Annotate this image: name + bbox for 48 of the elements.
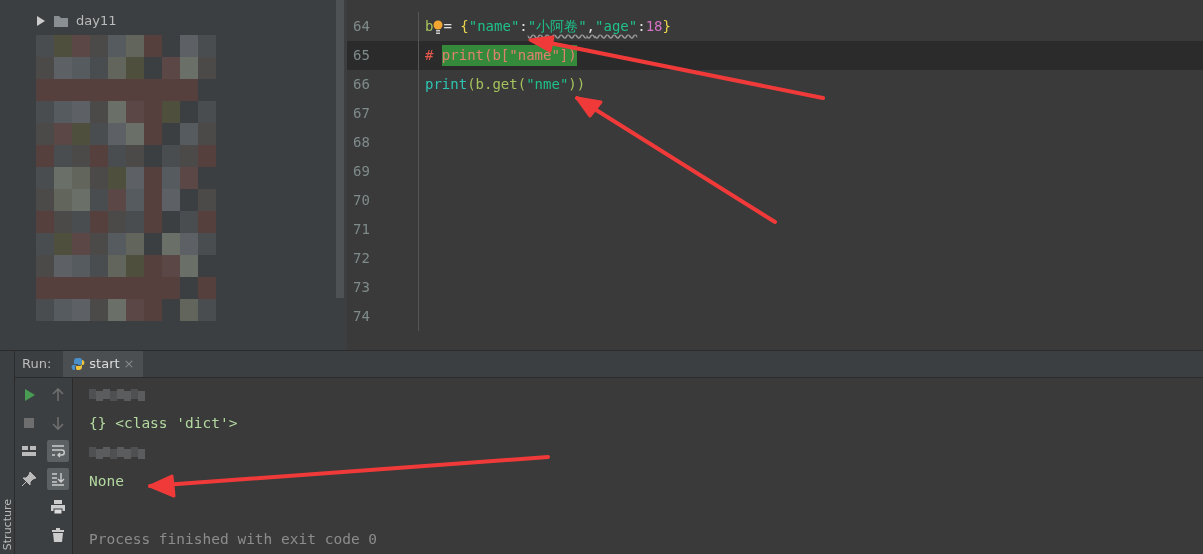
folder-icon (54, 15, 68, 27)
code-token: "name" (468, 17, 520, 36)
output-line: None (89, 471, 124, 491)
selected-code: print(b["name"]) (441, 45, 577, 66)
stop-icon[interactable] (21, 415, 37, 431)
code-token: "nme" (526, 75, 569, 94)
expand-arrow-icon[interactable] (36, 16, 46, 26)
output-line: {} <class 'dict'> (89, 413, 238, 433)
line-number: 74 (353, 307, 370, 326)
scroll-to-end-icon[interactable] (49, 471, 66, 487)
line-number: 69 (353, 162, 370, 181)
code-token: { (460, 17, 469, 36)
pin-icon[interactable] (21, 471, 37, 487)
line-number: 70 (353, 191, 370, 210)
lightbulb-icon[interactable] (433, 19, 444, 34)
code-token: b (425, 17, 434, 36)
code-token: # (425, 46, 435, 65)
tab-label: start (89, 355, 120, 374)
line-number: 67 (353, 104, 370, 123)
line-number: 72 (353, 249, 370, 268)
tree-item-label[interactable]: day11 (76, 11, 117, 31)
code-token: : (637, 17, 646, 36)
code-token: : (519, 17, 528, 36)
down-arrow-icon[interactable] (49, 415, 66, 431)
line-number: 71 (353, 220, 370, 239)
code-token: "age" (595, 17, 638, 36)
trash-icon[interactable] (49, 527, 66, 543)
code-token: (b.get( (467, 75, 527, 94)
code-token: = (443, 17, 453, 36)
code-token: "小阿卷" (527, 17, 587, 36)
code-token: , (586, 17, 596, 36)
python-file-icon (71, 357, 86, 371)
code-token: )) (568, 75, 586, 94)
line-number: 64 (353, 17, 370, 36)
line-number: 66 (353, 75, 370, 94)
run-label: Run: (22, 355, 52, 374)
soft-wrap-icon[interactable] (49, 443, 66, 459)
tool-window-tab[interactable]: Structure (1, 498, 14, 550)
line-number: 68 (353, 133, 370, 152)
code-token: print (425, 75, 468, 94)
output-line: Process finished with exit code 0 (89, 529, 378, 549)
layout-icon[interactable] (21, 443, 37, 459)
line-number: 73 (353, 278, 370, 297)
printer-icon[interactable] (49, 499, 66, 515)
code-token: 18 (645, 17, 663, 36)
code-token: } (662, 17, 671, 36)
run-tab[interactable]: start × (63, 351, 143, 377)
line-number: 65 (353, 46, 370, 65)
